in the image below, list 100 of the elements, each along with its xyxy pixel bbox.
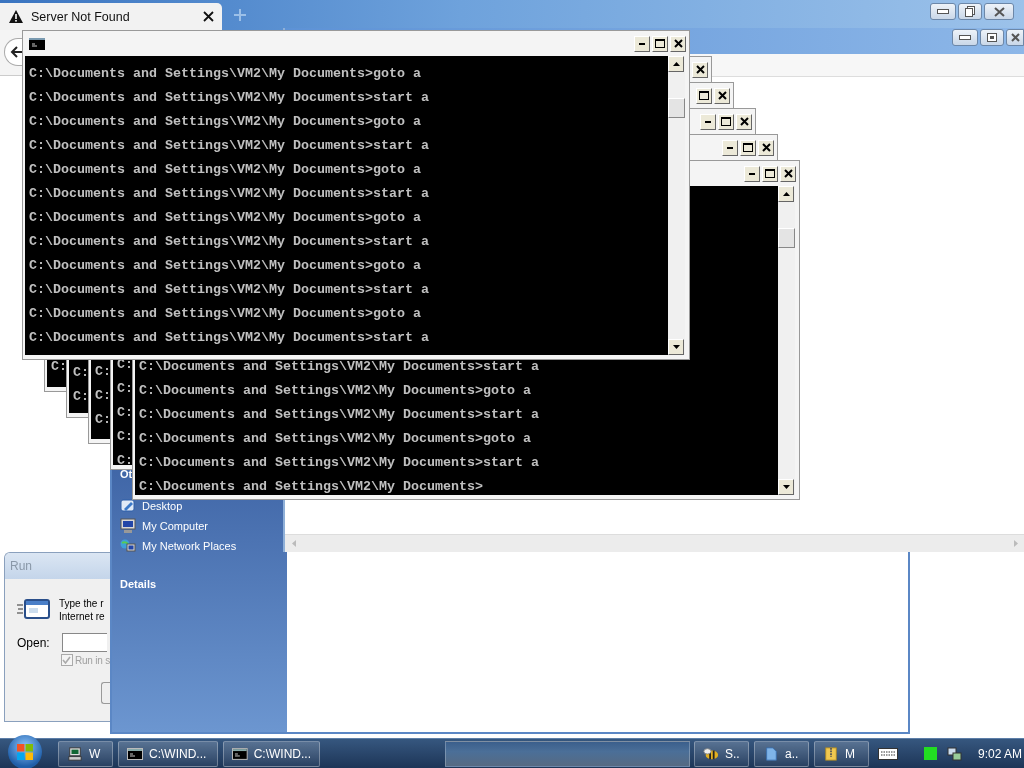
field-label: Open: xyxy=(17,635,50,650)
left-arrow-icon xyxy=(291,540,296,547)
console-line: C: xyxy=(73,388,89,406)
scroll-up-button[interactable] xyxy=(668,56,684,72)
console-line: C: xyxy=(95,363,111,381)
close-button[interactable] xyxy=(984,3,1014,20)
console-line: C:\Documents and Settings\VM2\My Documents>start a xyxy=(29,233,429,251)
computer-icon xyxy=(67,746,83,761)
taskbar-button[interactable]: C:\WIND... xyxy=(223,740,320,767)
computer-icon xyxy=(120,518,136,534)
maximize-button[interactable] xyxy=(718,113,734,130)
dialog-text: Type the r Internet re xyxy=(59,597,105,623)
place-link[interactable]: Desktop xyxy=(120,498,183,514)
folder-zip-icon xyxy=(823,746,839,761)
taskbar-button[interactable]: M xyxy=(814,740,869,767)
maximize-button[interactable] xyxy=(652,35,668,52)
flag-icon xyxy=(17,743,33,760)
taskbar-button[interactable]: C:\WIND... xyxy=(118,740,218,767)
place-link[interactable]: My Network Places xyxy=(120,538,237,554)
up-arrow-icon xyxy=(782,192,790,196)
maximize-icon xyxy=(765,169,775,178)
maximize-icon xyxy=(699,91,709,100)
minimize-icon xyxy=(937,8,949,15)
close-icon xyxy=(673,39,683,48)
scroll-down-button[interactable] xyxy=(668,339,684,355)
console-line: C:\Documents and Settings\VM2\My Documents> xyxy=(139,478,483,495)
down-arrow-icon xyxy=(672,345,680,349)
minimize-icon xyxy=(749,172,755,175)
close-icon[interactable] xyxy=(203,11,214,22)
scrollbar-thumb[interactable] xyxy=(668,98,685,118)
console-line: C:\Documents and Settings\VM2\My Documents>goto a xyxy=(139,382,531,400)
run-icon xyxy=(17,597,51,621)
up-arrow-icon xyxy=(672,62,680,66)
tab-title: Server Not Found xyxy=(31,9,131,24)
checkbox-label: Run in s xyxy=(74,654,110,666)
scrollbar[interactable] xyxy=(778,186,795,495)
scroll-down-button[interactable] xyxy=(778,479,794,495)
taskbar-button[interactable]: W xyxy=(58,740,113,767)
minimize-button[interactable] xyxy=(952,29,978,46)
minimize-button[interactable] xyxy=(930,3,956,20)
console-line: C: xyxy=(117,404,133,422)
taskbar-button[interactable]: a.. xyxy=(754,740,809,767)
scrollbar-thumb[interactable] xyxy=(778,228,795,248)
close-icon xyxy=(695,65,705,74)
section-title: Details xyxy=(120,578,157,590)
console-line: C:\Documents and Settings\VM2\My Documents>goto a xyxy=(29,161,421,179)
console-line: C: xyxy=(117,380,133,398)
taskbar-button[interactable]: S.. xyxy=(694,740,749,767)
console-line: C: xyxy=(51,358,67,376)
right-arrow-icon xyxy=(1013,540,1018,547)
console-line: C: xyxy=(117,428,133,446)
back-button[interactable] xyxy=(4,38,22,66)
maximize-icon xyxy=(721,117,731,126)
console-line: C:\Documents and Settings\VM2\My Documents>goto a xyxy=(29,305,421,323)
network-icon xyxy=(120,538,136,554)
minimize-icon xyxy=(959,34,971,41)
console-line: C:\Documents and Settings\VM2\My Documents>goto a xyxy=(29,209,421,227)
close-icon xyxy=(783,169,793,178)
back-arrow-icon xyxy=(10,46,22,58)
minimize-icon xyxy=(639,42,645,45)
console-line: C:\Documents and Settings\VM2\My Documents>goto a xyxy=(29,257,421,275)
console-line: C:\Documents and Settings\VM2\My Documents>goto a xyxy=(29,65,421,83)
console-line: C: xyxy=(117,452,133,465)
console-line: C: xyxy=(95,387,111,405)
open-field[interactable] xyxy=(61,633,107,652)
restore-button[interactable] xyxy=(958,3,982,20)
maximize-icon xyxy=(743,143,753,152)
keyboard-icon[interactable] xyxy=(878,747,898,760)
minimize-icon xyxy=(705,120,711,123)
maximize-button[interactable] xyxy=(762,165,778,182)
warning-icon xyxy=(9,10,23,23)
close-button[interactable] xyxy=(1006,29,1024,46)
scroll-up-button[interactable] xyxy=(778,186,794,202)
console-line: C: xyxy=(73,364,89,382)
bee-icon xyxy=(703,746,719,761)
restore-icon xyxy=(987,33,997,42)
close-icon xyxy=(993,6,1005,17)
console-line: C:\Documents and Settings\VM2\My Documents>start a xyxy=(29,185,429,203)
maximize-button[interactable] xyxy=(740,139,756,156)
browser-tab[interactable]: Server Not Found xyxy=(0,3,222,30)
maximize-button[interactable] xyxy=(696,87,712,104)
restore-icon xyxy=(965,6,975,17)
place-link[interactable]: My Computer xyxy=(120,518,209,534)
console-line: C:\Documents and Settings\VM2\My Documents>start a xyxy=(29,329,429,347)
console-line: C:\Documents and Settings\VM2\My Documents>goto a xyxy=(139,430,531,448)
close-icon xyxy=(1010,33,1020,42)
down-arrow-icon xyxy=(782,485,790,489)
restore-button[interactable] xyxy=(980,29,1004,46)
start-button[interactable] xyxy=(8,734,42,768)
console-line: C:\Documents and Settings\VM2\My Documents>start a xyxy=(29,137,429,155)
clock[interactable]: 9:02 AM xyxy=(978,746,1023,761)
console-line: C: xyxy=(95,411,111,429)
close-icon xyxy=(739,117,749,126)
network-icon[interactable] xyxy=(947,746,962,761)
console-line: C:\Documents and Settings\VM2\My Documents>start a xyxy=(29,281,429,299)
close-icon xyxy=(717,91,727,100)
scrollbar[interactable] xyxy=(668,56,685,355)
console-line: C:\Documents and Settings\VM2\My Documents>start a xyxy=(139,406,539,424)
dialog-title: Run xyxy=(10,559,32,573)
minimize-icon xyxy=(727,146,733,149)
